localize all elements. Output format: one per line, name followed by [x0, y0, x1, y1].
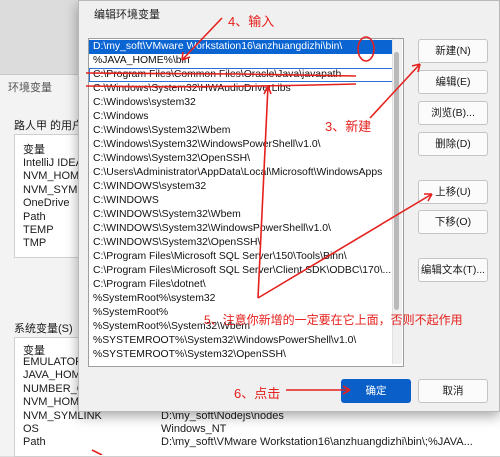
step3-annotation: 3、新建: [325, 119, 372, 134]
new-path-underline: [85, 72, 357, 77]
path-row-arrow: [91, 449, 103, 455]
step5-arrow-right: [257, 193, 433, 299]
new-path-underline-2: [85, 83, 357, 88]
step4-arrow: [181, 17, 223, 61]
step5-annotation: 5、注意你新增的一定要在它上面，否则不起作用: [204, 313, 463, 327]
step3-arrow: [369, 63, 421, 119]
step6-annotation: 6、点击: [234, 386, 281, 401]
new-button-circle: [357, 36, 375, 62]
step4-annotation: 4、输入: [228, 14, 275, 29]
step5-arrow-up: [257, 85, 269, 299]
